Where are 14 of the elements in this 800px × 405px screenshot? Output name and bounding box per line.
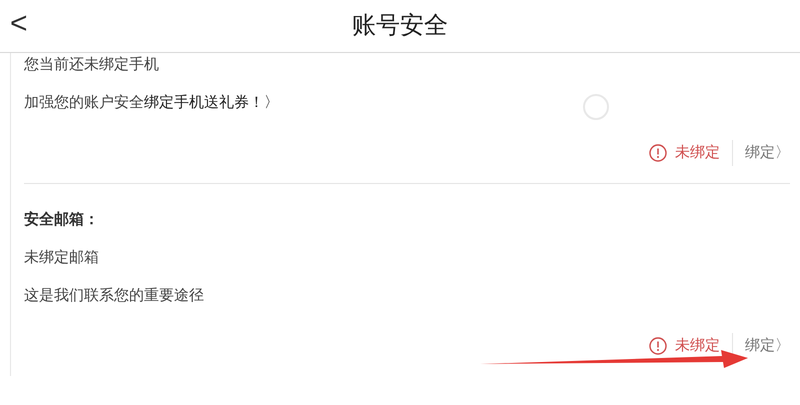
status-text: 未绑定 xyxy=(675,142,720,163)
info-text: 未绑定邮箱 xyxy=(24,249,99,266)
promo-link[interactable]: 绑定手机送礼券！〉 xyxy=(144,91,279,115)
page-title: 账号安全 xyxy=(352,11,448,41)
info-text: 这是我们联系您的重要途径 xyxy=(24,287,204,304)
info-text: 加强您的账户安全 xyxy=(24,93,144,113)
back-button[interactable]: < xyxy=(6,6,32,42)
section-title: 安全邮箱： xyxy=(24,210,100,230)
bind-link[interactable]: 绑定〉 xyxy=(745,142,790,164)
alert-icon xyxy=(649,337,667,355)
status-text: 未绑定 xyxy=(675,336,720,356)
info-text: 您当前还未绑定手机 xyxy=(24,56,159,73)
alert-icon xyxy=(649,144,667,162)
bind-link[interactable]: 绑定〉 xyxy=(745,334,790,358)
